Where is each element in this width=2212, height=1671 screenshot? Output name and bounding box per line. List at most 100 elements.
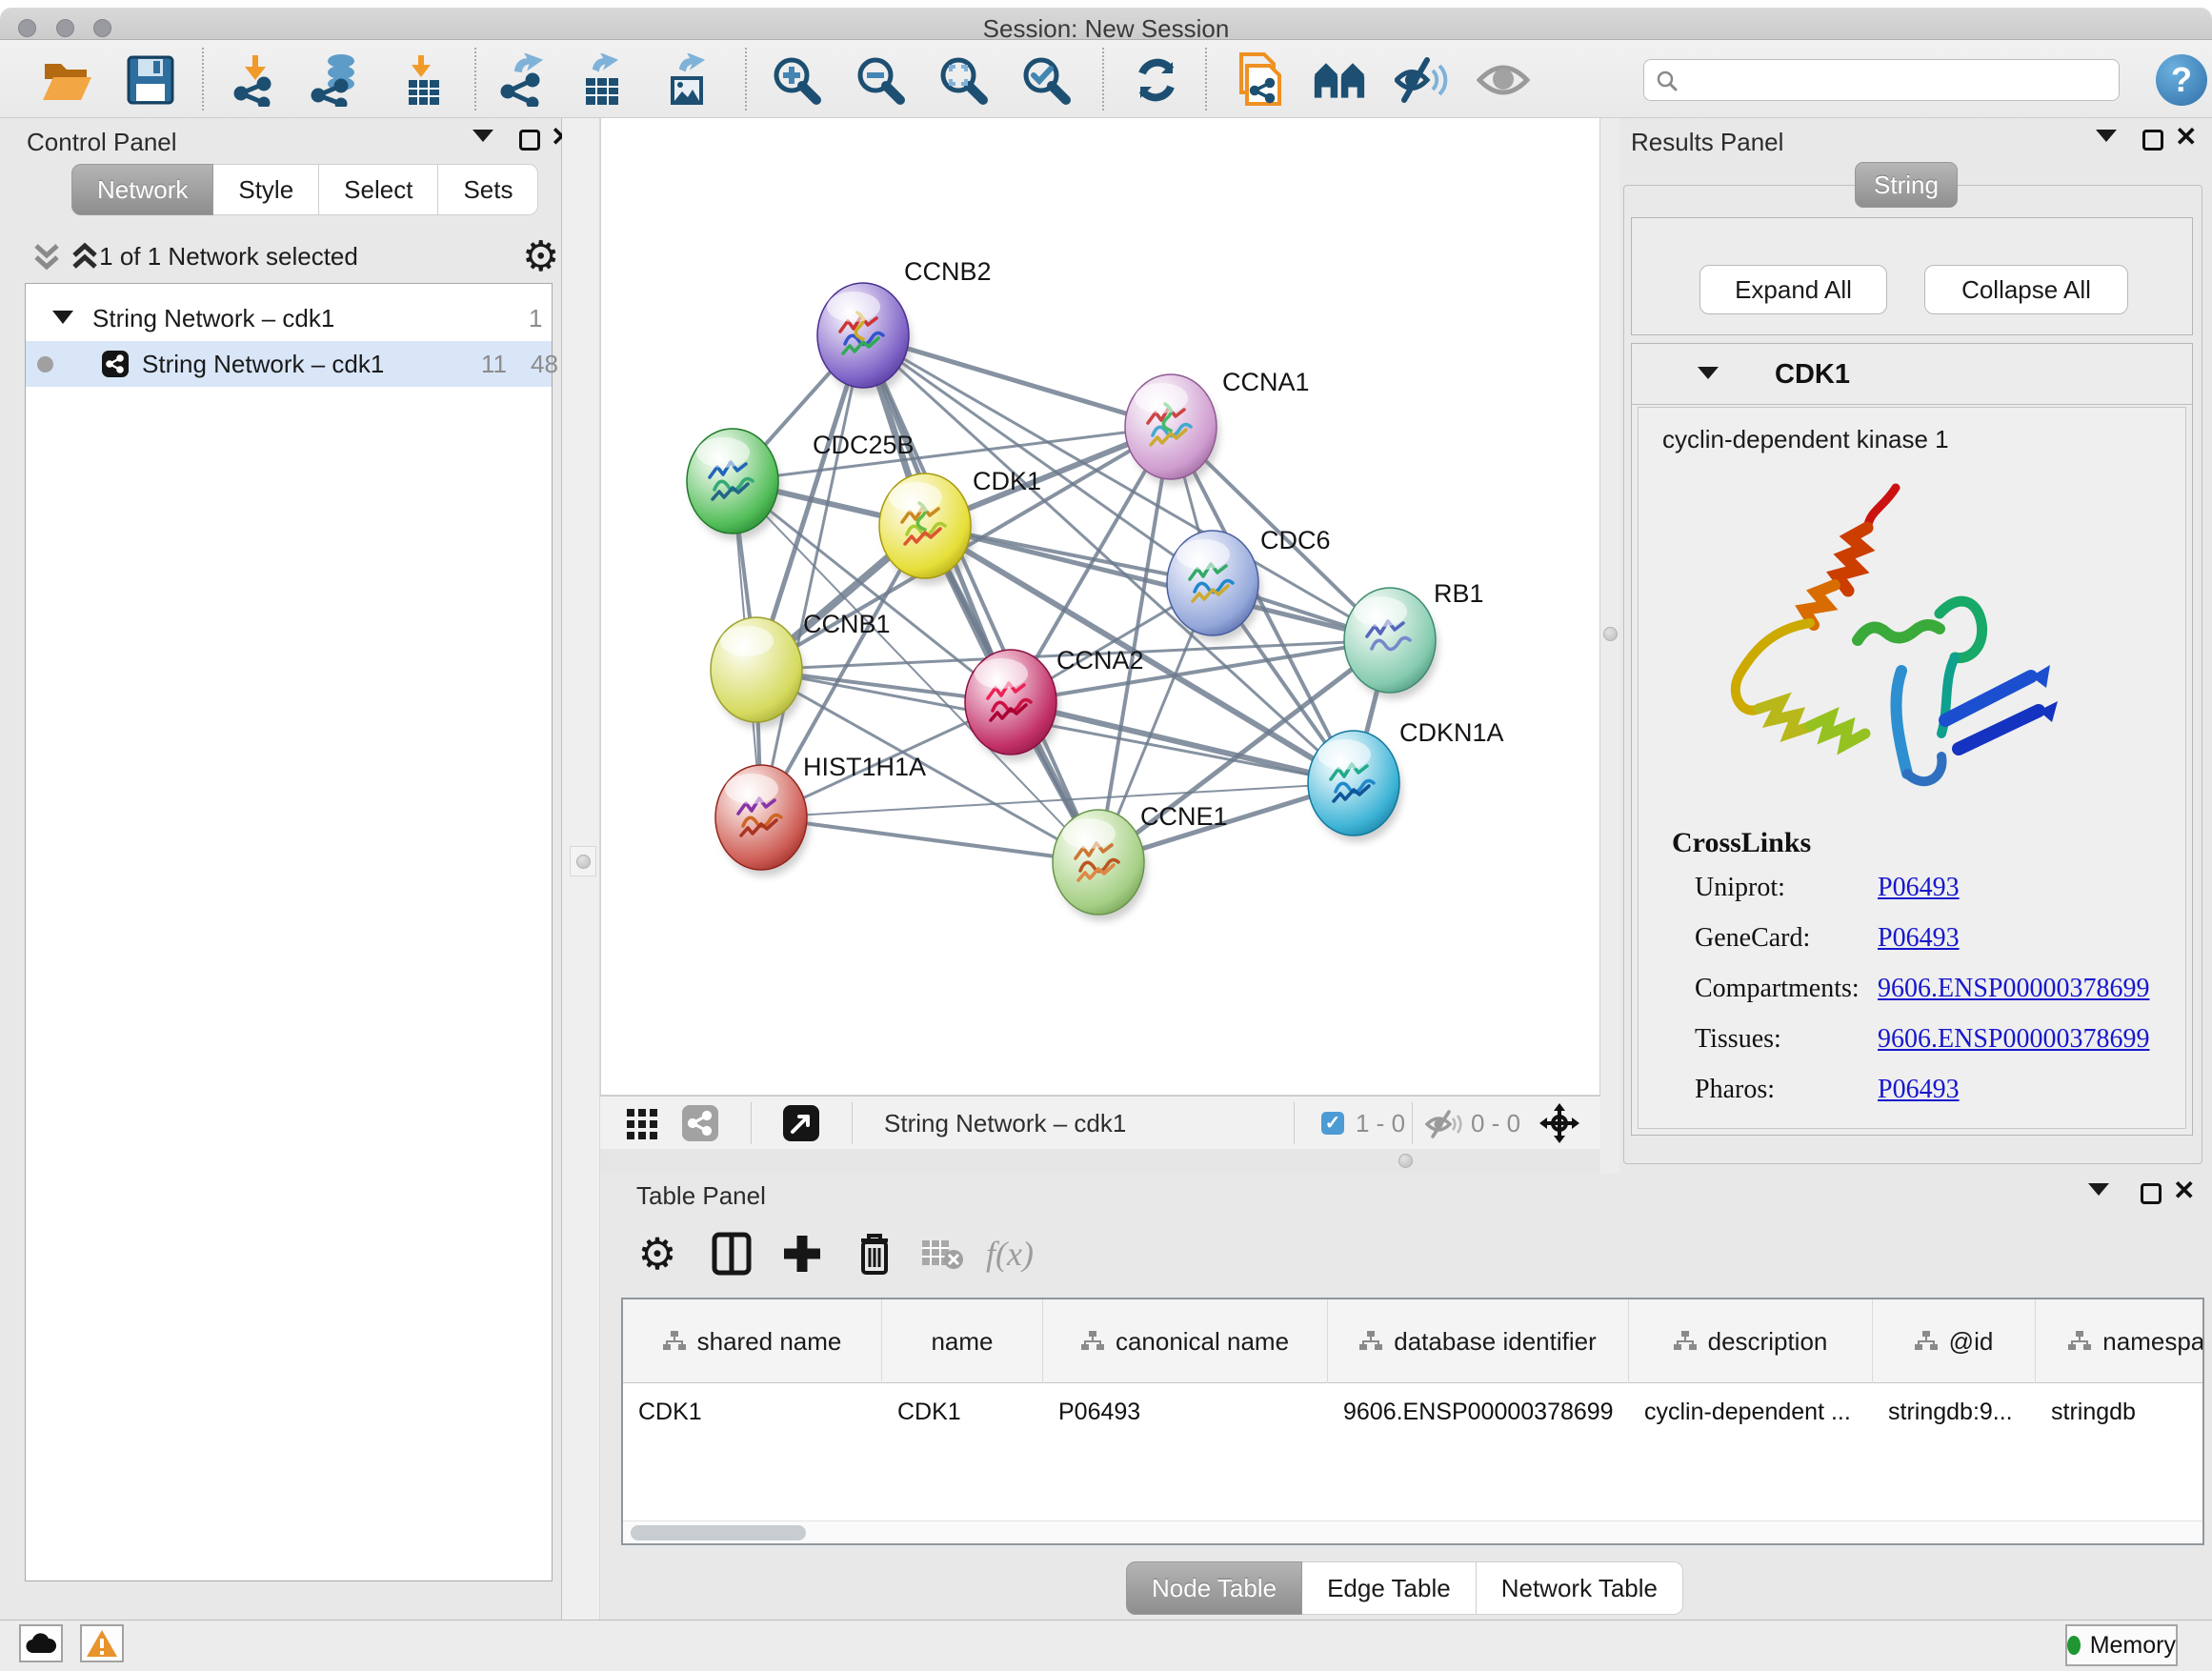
gene-collapse-icon[interactable] (1698, 367, 1719, 379)
network-canvas[interactable]: CCNB2CCNA1CDC25BCDK1CDC6RB1CCNB1CCNA2CDK… (600, 118, 1600, 1096)
collapse-panel-icon[interactable] (2088, 1183, 2109, 1196)
network-options-gear-icon[interactable]: ⚙ (522, 236, 559, 278)
refresh-icon[interactable] (1130, 53, 1183, 107)
delete-column-icon[interactable] (848, 1227, 901, 1280)
crosslink-link[interactable]: P06493 (1878, 1075, 1960, 1105)
table-settings-gear-icon[interactable]: ⚙ (631, 1227, 684, 1280)
collapse-panel-icon[interactable] (473, 130, 493, 142)
import-network-file-icon[interactable] (229, 53, 282, 107)
node-CCNE1[interactable]: CCNE1 (1053, 802, 1228, 921)
crosslink-link[interactable]: P06493 (1878, 923, 1960, 954)
cloud-status-button[interactable] (19, 1624, 63, 1662)
help-icon[interactable]: ? (2156, 54, 2207, 106)
crosslink-link[interactable]: P06493 (1878, 873, 1960, 903)
network-collection-row[interactable]: String Network – cdk1 1 (26, 295, 552, 341)
column-header-database-identifier[interactable]: database identifier (1328, 1299, 1629, 1383)
collapse-panel-icon[interactable] (2096, 130, 2117, 142)
float-panel-icon[interactable] (2142, 130, 2163, 151)
right-splitter[interactable] (1600, 118, 1619, 1174)
zoom-selected-icon[interactable] (1019, 53, 1073, 107)
first-neighbors-icon[interactable] (1313, 53, 1366, 107)
table-cell[interactable]: stringdb (2036, 1384, 2204, 1439)
table-cell[interactable]: CDK1 (623, 1384, 882, 1439)
zoom-out-icon[interactable] (854, 53, 907, 107)
right-splitter-grip[interactable] (1603, 627, 1618, 641)
network-from-selection-icon[interactable] (1233, 53, 1286, 107)
memory-label: Memory (2090, 1632, 2176, 1660)
selected-checkbox-icon[interactable]: ✓ (1321, 1112, 1344, 1135)
tab-network-table[interactable]: Network Table (1477, 1561, 1683, 1615)
column-header-name[interactable]: name (882, 1299, 1043, 1383)
memory-button[interactable]: Memory (2065, 1624, 2178, 1666)
column-header--id[interactable]: @id (1873, 1299, 2036, 1383)
network-row-selected[interactable]: String Network – cdk1 11 48 (26, 341, 552, 387)
tab-edge-table[interactable]: Edge Table (1302, 1561, 1477, 1615)
edge-CCNA2-CDKN1A[interactable] (1011, 702, 1354, 783)
hide-selection-icon[interactable] (1395, 53, 1448, 107)
crosslink-link[interactable]: 9606.ENSP00000378699 (1878, 1024, 2149, 1055)
gene-header-row[interactable]: CDK1 (1632, 344, 2192, 405)
save-session-icon[interactable] (124, 53, 177, 107)
add-column-icon[interactable] (775, 1227, 829, 1280)
table-row[interactable]: CDK1CDK1P064939606.ENSP00000378699cyclin… (623, 1384, 2204, 1439)
float-panel-icon[interactable] (2141, 1183, 2162, 1204)
crosslink-link[interactable]: 9606.ENSP00000378699 (1878, 974, 2149, 1004)
edge-CCNB2-CCNE1[interactable] (863, 335, 1098, 862)
bottom-splitter-grip[interactable] (1398, 1154, 1413, 1168)
scrollbar-thumb[interactable] (631, 1525, 806, 1540)
export-table-icon[interactable] (575, 53, 629, 107)
birds-eye-view-icon[interactable] (783, 1105, 819, 1141)
collection-label: String Network – cdk1 (92, 304, 334, 333)
open-session-icon[interactable] (40, 53, 93, 107)
column-header-shared-name[interactable]: shared name (623, 1299, 882, 1383)
tab-string[interactable]: String (1855, 162, 1958, 208)
zoom-in-icon[interactable] (770, 53, 823, 107)
column-header-description[interactable]: description (1629, 1299, 1873, 1383)
table-cell[interactable]: stringdb:9... (1873, 1384, 2036, 1439)
edge-HIST1H1A-CCNE1[interactable] (761, 817, 1098, 862)
zoom-fit-icon[interactable] (936, 53, 990, 107)
column-header-canonical-name[interactable]: canonical name (1043, 1299, 1328, 1383)
table-cell[interactable]: 9606.ENSP00000378699 (1328, 1384, 1629, 1439)
table-header-row[interactable]: shared namenamecanonical namedatabase id… (623, 1299, 2204, 1383)
table-cell[interactable]: cyclin-dependent ... (1629, 1384, 1873, 1439)
tab-sets[interactable]: Sets (438, 164, 538, 215)
collapse-all-button[interactable]: Collapse All (1924, 265, 2128, 314)
export-network-icon[interactable] (495, 53, 549, 107)
node-CCNA1[interactable]: CCNA1 (1125, 368, 1310, 486)
bottom-splitter[interactable] (600, 1149, 1600, 1174)
table-horizontal-scrollbar[interactable] (623, 1520, 2202, 1543)
float-panel-icon[interactable] (519, 130, 540, 151)
tab-select[interactable]: Select (319, 164, 438, 215)
tab-style[interactable]: Style (213, 164, 319, 215)
expand-all-button[interactable]: Expand All (1699, 265, 1887, 314)
left-splitter[interactable] (562, 118, 600, 1620)
node-table[interactable]: shared namenamecanonical namedatabase id… (621, 1298, 2204, 1545)
network-graph[interactable]: CCNB2CCNA1CDC25BCDK1CDC6RB1CCNB1CCNA2CDK… (601, 118, 1599, 1094)
export-image-icon[interactable] (661, 53, 714, 107)
show-all-icon[interactable] (1477, 53, 1530, 107)
node-RB1[interactable]: RB1 (1344, 579, 1484, 699)
grid-view-icon[interactable] (627, 1109, 657, 1139)
close-panel-icon[interactable]: ✕ (2173, 1180, 2195, 1201)
tab-network[interactable]: Network (71, 164, 213, 215)
pan-crosshair-icon[interactable] (1539, 1103, 1579, 1143)
edge-CCNB2-HIST1H1A[interactable] (761, 335, 863, 817)
close-panel-icon[interactable]: ✕ (2175, 127, 2197, 148)
table-rows[interactable]: CDK1CDK1P064939606.ENSP00000378699cyclin… (623, 1384, 2204, 1439)
left-splitter-grip[interactable] (570, 846, 596, 876)
table-cell[interactable]: CDK1 (882, 1384, 1043, 1439)
search-input[interactable] (1643, 59, 2120, 101)
network-share-view-icon[interactable] (682, 1105, 718, 1141)
column-header-namespace[interactable]: namespace (2036, 1299, 2204, 1383)
node-CDC6[interactable]: CDC6 (1167, 526, 1331, 642)
tree-expand-icon[interactable] (52, 311, 73, 324)
table-cell[interactable]: P06493 (1043, 1384, 1328, 1439)
show-columns-icon[interactable] (705, 1227, 758, 1280)
import-table-file-icon[interactable] (396, 53, 450, 107)
node-CDKN1A[interactable]: CDKN1A (1308, 718, 1504, 842)
tab-node-table[interactable]: Node Table (1126, 1561, 1302, 1615)
warnings-button[interactable] (80, 1624, 124, 1662)
node-CDK1[interactable]: CDK1 (879, 467, 1041, 585)
import-network-database-icon[interactable] (309, 53, 362, 107)
